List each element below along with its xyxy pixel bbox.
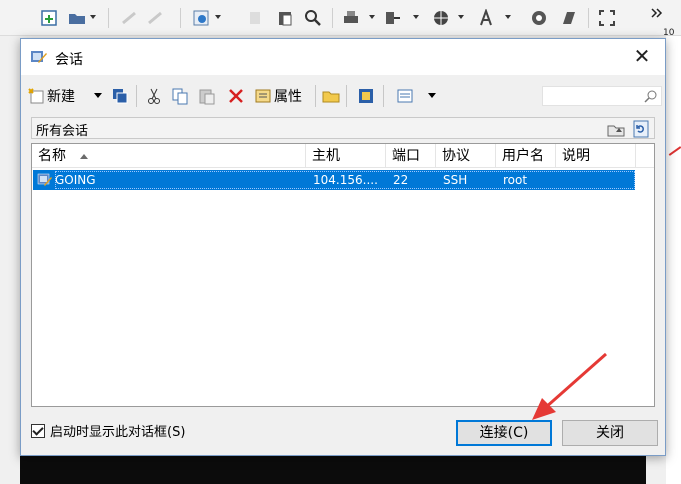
properties-icon	[255, 89, 271, 103]
quick-connect-icon[interactable]	[111, 87, 129, 105]
copy-icon[interactable]	[171, 87, 189, 105]
folder-label: 所有会话	[36, 124, 89, 139]
view-icon[interactable]	[396, 87, 414, 105]
session-port: 22	[393, 173, 409, 187]
transfer-icon[interactable]	[384, 9, 402, 27]
toolbar-separator	[180, 8, 181, 28]
connect-button[interactable]: 连接(C)	[456, 420, 552, 446]
paste-icon[interactable]	[198, 87, 216, 105]
folder-path-bar: 所有会话	[31, 117, 655, 139]
session-host: 104.156....	[313, 173, 378, 187]
session-user: root	[503, 173, 528, 187]
script-icon[interactable]	[530, 9, 548, 27]
session-dialog: 会话 ✕ 新建 属性 所有会话 名称 主机 端口 协议 用户名 说明 GOING…	[20, 38, 666, 456]
cut-icon[interactable]	[145, 87, 163, 105]
table-row[interactable]: GOING 104.156.... 22 SSH root	[33, 170, 635, 190]
session-icon	[37, 173, 52, 186]
dialog-title: 会话	[55, 52, 83, 68]
new-session-icon[interactable]	[40, 9, 58, 27]
toolbar-separator	[332, 8, 333, 28]
background-number: 10	[663, 28, 675, 38]
font-dropdown-icon[interactable]	[505, 15, 511, 19]
delete-icon[interactable]	[227, 87, 245, 105]
toolbar-separator	[383, 85, 384, 107]
fullscreen-icon[interactable]	[598, 9, 616, 27]
font-icon[interactable]	[477, 9, 495, 27]
new-label: 新建	[47, 89, 75, 105]
paste-icon[interactable]	[276, 9, 294, 27]
new-folder-icon[interactable]	[322, 87, 340, 105]
close-button[interactable]: 关闭	[562, 420, 658, 446]
show-on-startup-label: 启动时显示此对话框(S)	[50, 425, 186, 440]
print-icon[interactable]	[342, 9, 360, 27]
search-input[interactable]	[542, 86, 662, 106]
open-dropdown-icon[interactable]	[90, 15, 96, 19]
new-button[interactable]: 新建	[27, 83, 75, 109]
list-header: 名称 主机 端口 协议 用户名 说明	[32, 144, 654, 168]
background-panel	[666, 36, 681, 484]
toolbar-separator	[588, 8, 589, 28]
new-icon	[28, 88, 44, 104]
close-icon[interactable]: ✕	[630, 45, 654, 69]
import-export-icon[interactable]	[357, 87, 375, 105]
globe-icon[interactable]	[432, 9, 450, 27]
column-header-description[interactable]: 说明	[556, 144, 636, 168]
session-protocol: SSH	[443, 173, 468, 187]
print-dropdown-icon[interactable]	[369, 15, 375, 19]
toolbar-separator	[346, 85, 347, 107]
session-name: GOING	[55, 173, 96, 187]
show-on-startup-checkbox[interactable]: 启动时显示此对话框(S)	[31, 421, 185, 440]
dialog-titlebar: 会话 ✕	[21, 39, 665, 75]
globe-dropdown-icon[interactable]	[458, 15, 464, 19]
toolbar-separator	[108, 8, 109, 28]
transfer-dropdown-icon[interactable]	[413, 15, 419, 19]
column-header-user[interactable]: 用户名	[496, 144, 556, 168]
column-header-port[interactable]: 端口	[386, 144, 436, 168]
settings-icon[interactable]	[192, 9, 210, 27]
search-icon	[644, 90, 657, 103]
app-toolbar	[0, 0, 681, 36]
session-list[interactable]: 名称 主机 端口 协议 用户名 说明 GOING 104.156.... 22 …	[31, 143, 655, 407]
find-icon[interactable]	[304, 9, 322, 27]
properties-label: 属性	[274, 89, 302, 105]
refresh-icon[interactable]	[633, 120, 649, 138]
column-header-name[interactable]: 名称	[32, 144, 306, 168]
terminal-area	[20, 456, 646, 484]
copy-icon[interactable]	[246, 9, 264, 27]
more-chevron-icon[interactable]	[650, 6, 664, 20]
sort-ascending-icon	[80, 154, 88, 159]
sessions-icon	[31, 51, 47, 63]
unlink-icon[interactable]	[146, 9, 164, 27]
view-dropdown-icon[interactable]	[428, 93, 436, 98]
new-dropdown-icon[interactable]	[94, 93, 102, 98]
column-header-protocol[interactable]: 协议	[436, 144, 496, 168]
open-folder-icon[interactable]	[68, 9, 86, 27]
column-header-host[interactable]: 主机	[306, 144, 386, 168]
toolbar-separator	[136, 85, 137, 107]
folder-up-icon[interactable]	[607, 120, 625, 138]
sftp-icon[interactable]	[560, 9, 578, 27]
dialog-toolbar: 新建 属性	[21, 81, 665, 111]
link-icon[interactable]	[120, 9, 138, 27]
checkbox-box[interactable]	[31, 423, 45, 438]
toolbar-separator	[315, 85, 316, 107]
settings-dropdown-icon[interactable]	[215, 15, 221, 19]
properties-button[interactable]: 属性	[254, 83, 302, 109]
